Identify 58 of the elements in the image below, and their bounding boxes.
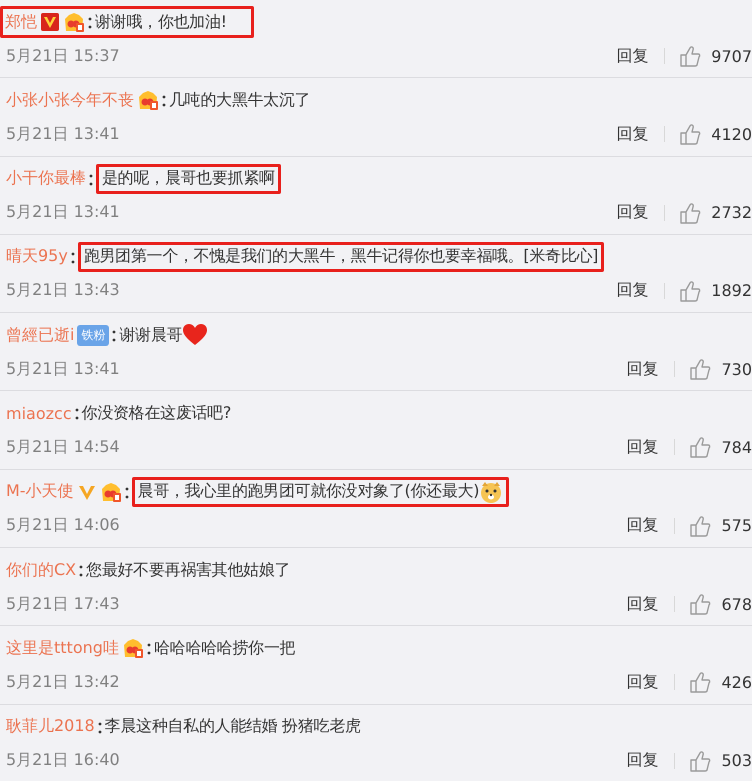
thumbs-up-icon[interactable] (679, 280, 702, 302)
comment-date: 5月21日 14:54 (6, 436, 120, 458)
thumbs-up-icon[interactable] (679, 202, 702, 224)
comment-date: 5月21日 13:41 (6, 202, 120, 224)
like-count: 1892 (711, 281, 752, 300)
comment-text: 晨哥，我心里的跑男团可就你没对象了(你还最大) (138, 481, 480, 502)
comment-date: 5月21日 14:06 (6, 515, 120, 536)
like-count: 9707 (711, 46, 752, 66)
reply-link[interactable]: 回复 (616, 202, 648, 224)
like-count: 575 (721, 516, 752, 536)
like-count: 426 (721, 672, 752, 692)
reply-link[interactable]: 回复 (626, 672, 658, 693)
reply-link[interactable]: 回复 (626, 436, 658, 458)
comment-text: 谢谢哦，你也加油! (95, 12, 227, 32)
thumbs-up-icon[interactable] (689, 750, 712, 772)
thumbs-up-icon[interactable] (689, 436, 712, 458)
like-count: 730 (721, 360, 752, 379)
comment-date: 5月21日 17:43 (6, 594, 120, 615)
like-count: 678 (721, 594, 752, 614)
thumbs-up-icon[interactable] (679, 45, 702, 67)
fan-tag: 铁粉 (77, 324, 110, 346)
heart-icon (182, 323, 208, 348)
thumbs-up-icon[interactable] (689, 358, 712, 380)
reply-link[interactable]: 回复 (616, 280, 648, 302)
comment-date: 5月21日 13:43 (6, 280, 120, 302)
crown-level-icon (137, 89, 159, 112)
comment-text: 跑男团第一个，不愧是我们的大黑牛，黑牛记得你也要幸福哦。[米奇比心] (84, 246, 598, 268)
thumbs-up-icon[interactable] (689, 671, 712, 694)
like-count: 4120 (711, 124, 752, 144)
reply-link[interactable]: 回复 (616, 124, 648, 145)
like-count: 784 (721, 438, 752, 457)
crown-level-icon (100, 480, 122, 503)
comment-text: 您最好不要再祸害其他姑娘了 (86, 560, 290, 581)
like-count: 2732 (711, 203, 752, 222)
comment-date: 5月21日 13:42 (6, 672, 120, 693)
verified-v-icon (40, 12, 60, 32)
comment-date: 5月21日 13:41 (6, 358, 120, 380)
reply-link[interactable]: 回复 (626, 515, 658, 536)
reply-link[interactable]: 回复 (626, 358, 658, 380)
comment-text: 哈哈哈哈哈捞你一把 (154, 638, 296, 659)
reply-link[interactable]: 回复 (616, 46, 648, 66)
comment-date: 5月21日 13:41 (6, 124, 120, 145)
thumbs-up-icon[interactable] (689, 514, 712, 537)
comment-text: 你没资格在这废话吧? (82, 402, 232, 424)
comment-text: 李晨这种自私的人能结婚 扮猪吃老虎 (104, 716, 361, 738)
comment-date: 5月21日 15:37 (6, 46, 120, 66)
like-count: 503 (721, 751, 752, 770)
crown-level-icon (63, 11, 85, 33)
reply-link[interactable]: 回复 (626, 750, 658, 772)
comment-text: 谢谢晨哥 (119, 324, 182, 346)
comment-text: 是的呢，晨哥也要抓紧啊 (102, 168, 275, 190)
thumbs-up-icon[interactable] (689, 593, 712, 616)
dog-face-icon (479, 480, 504, 504)
crown-level-icon (122, 637, 144, 660)
comment-text: 几吨的大黑牛太沉了 (169, 90, 310, 111)
reply-link[interactable]: 回复 (626, 594, 658, 615)
comment-date: 5月21日 16:40 (6, 750, 120, 772)
thumbs-up-icon[interactable] (679, 123, 702, 146)
